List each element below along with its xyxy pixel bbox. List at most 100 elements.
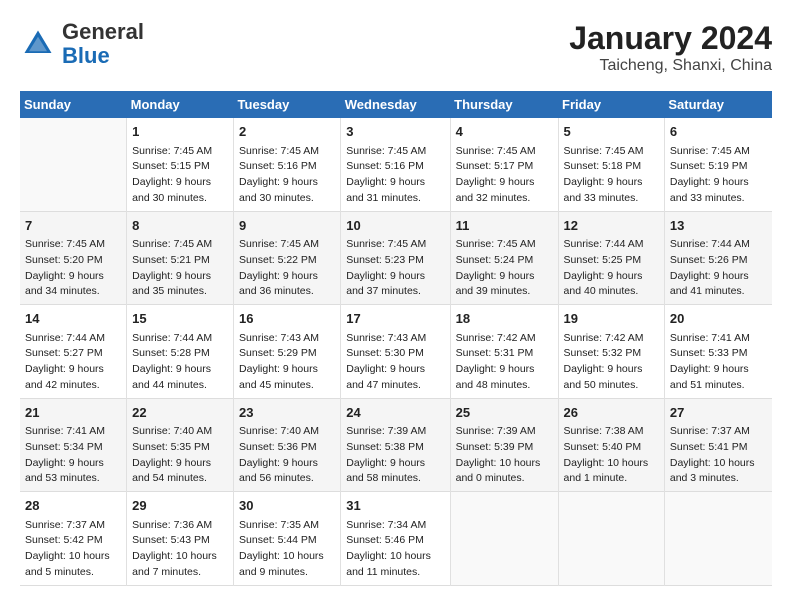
weekday-header-row: SundayMondayTuesdayWednesdayThursdayFrid… — [20, 91, 772, 118]
calendar-cell: 22Sunrise: 7:40 AMSunset: 5:35 PMDayligh… — [127, 398, 234, 492]
calendar-cell: 21Sunrise: 7:41 AMSunset: 5:34 PMDayligh… — [20, 398, 127, 492]
calendar-cell — [450, 492, 558, 586]
calendar-cell: 8Sunrise: 7:45 AMSunset: 5:21 PMDaylight… — [127, 211, 234, 305]
weekday-header-friday: Friday — [558, 91, 664, 118]
day-info: Sunrise: 7:38 AMSunset: 5:40 PMDaylight:… — [564, 424, 659, 487]
day-number: 16 — [239, 309, 335, 329]
day-number: 22 — [132, 403, 228, 423]
calendar-cell: 19Sunrise: 7:42 AMSunset: 5:32 PMDayligh… — [558, 305, 664, 399]
calendar-cell: 28Sunrise: 7:37 AMSunset: 5:42 PMDayligh… — [20, 492, 127, 586]
calendar-cell: 3Sunrise: 7:45 AMSunset: 5:16 PMDaylight… — [341, 118, 450, 211]
logo: General Blue — [20, 20, 144, 68]
day-info: Sunrise: 7:45 AMSunset: 5:22 PMDaylight:… — [239, 237, 335, 300]
calendar-cell — [558, 492, 664, 586]
day-info: Sunrise: 7:45 AMSunset: 5:21 PMDaylight:… — [132, 237, 228, 300]
day-info: Sunrise: 7:43 AMSunset: 5:30 PMDaylight:… — [346, 331, 444, 394]
day-number: 21 — [25, 403, 121, 423]
day-info: Sunrise: 7:41 AMSunset: 5:34 PMDaylight:… — [25, 424, 121, 487]
day-number: 20 — [670, 309, 767, 329]
calendar-cell: 11Sunrise: 7:45 AMSunset: 5:24 PMDayligh… — [450, 211, 558, 305]
day-number: 15 — [132, 309, 228, 329]
day-number: 12 — [564, 216, 659, 236]
week-row-4: 21Sunrise: 7:41 AMSunset: 5:34 PMDayligh… — [20, 398, 772, 492]
day-info: Sunrise: 7:39 AMSunset: 5:38 PMDaylight:… — [346, 424, 444, 487]
calendar-cell: 23Sunrise: 7:40 AMSunset: 5:36 PMDayligh… — [234, 398, 341, 492]
logo-text: General Blue — [62, 20, 144, 68]
day-info: Sunrise: 7:45 AMSunset: 5:24 PMDaylight:… — [456, 237, 553, 300]
calendar-cell: 17Sunrise: 7:43 AMSunset: 5:30 PMDayligh… — [341, 305, 450, 399]
day-number: 26 — [564, 403, 659, 423]
calendar-cell: 20Sunrise: 7:41 AMSunset: 5:33 PMDayligh… — [664, 305, 772, 399]
day-number: 2 — [239, 122, 335, 142]
day-number: 14 — [25, 309, 121, 329]
day-number: 30 — [239, 496, 335, 516]
day-info: Sunrise: 7:37 AMSunset: 5:41 PMDaylight:… — [670, 424, 767, 487]
day-info: Sunrise: 7:45 AMSunset: 5:15 PMDaylight:… — [132, 144, 228, 207]
calendar-table: SundayMondayTuesdayWednesdayThursdayFrid… — [20, 91, 772, 586]
day-info: Sunrise: 7:45 AMSunset: 5:18 PMDaylight:… — [564, 144, 659, 207]
week-row-5: 28Sunrise: 7:37 AMSunset: 5:42 PMDayligh… — [20, 492, 772, 586]
day-number: 18 — [456, 309, 553, 329]
calendar-cell: 6Sunrise: 7:45 AMSunset: 5:19 PMDaylight… — [664, 118, 772, 211]
day-info: Sunrise: 7:36 AMSunset: 5:43 PMDaylight:… — [132, 518, 228, 581]
weekday-header-thursday: Thursday — [450, 91, 558, 118]
day-number: 7 — [25, 216, 121, 236]
weekday-header-saturday: Saturday — [664, 91, 772, 118]
logo-icon — [20, 26, 56, 62]
calendar-cell: 15Sunrise: 7:44 AMSunset: 5:28 PMDayligh… — [127, 305, 234, 399]
week-row-1: 1Sunrise: 7:45 AMSunset: 5:15 PMDaylight… — [20, 118, 772, 211]
day-info: Sunrise: 7:43 AMSunset: 5:29 PMDaylight:… — [239, 331, 335, 394]
calendar-cell: 10Sunrise: 7:45 AMSunset: 5:23 PMDayligh… — [341, 211, 450, 305]
calendar-cell — [20, 118, 127, 211]
day-info: Sunrise: 7:45 AMSunset: 5:16 PMDaylight:… — [239, 144, 335, 207]
day-number: 17 — [346, 309, 444, 329]
day-info: Sunrise: 7:45 AMSunset: 5:16 PMDaylight:… — [346, 144, 444, 207]
calendar-cell: 7Sunrise: 7:45 AMSunset: 5:20 PMDaylight… — [20, 211, 127, 305]
weekday-header-sunday: Sunday — [20, 91, 127, 118]
page-header: General Blue January 2024 Taicheng, Shan… — [20, 20, 772, 75]
day-number: 3 — [346, 122, 444, 142]
day-info: Sunrise: 7:42 AMSunset: 5:32 PMDaylight:… — [564, 331, 659, 394]
day-number: 19 — [564, 309, 659, 329]
calendar-cell: 26Sunrise: 7:38 AMSunset: 5:40 PMDayligh… — [558, 398, 664, 492]
calendar-cell — [664, 492, 772, 586]
day-number: 10 — [346, 216, 444, 236]
day-number: 13 — [670, 216, 767, 236]
calendar-cell: 29Sunrise: 7:36 AMSunset: 5:43 PMDayligh… — [127, 492, 234, 586]
day-number: 25 — [456, 403, 553, 423]
calendar-cell: 12Sunrise: 7:44 AMSunset: 5:25 PMDayligh… — [558, 211, 664, 305]
day-info: Sunrise: 7:37 AMSunset: 5:42 PMDaylight:… — [25, 518, 121, 581]
day-info: Sunrise: 7:44 AMSunset: 5:25 PMDaylight:… — [564, 237, 659, 300]
day-number: 1 — [132, 122, 228, 142]
calendar-cell: 14Sunrise: 7:44 AMSunset: 5:27 PMDayligh… — [20, 305, 127, 399]
day-number: 5 — [564, 122, 659, 142]
weekday-header-wednesday: Wednesday — [341, 91, 450, 118]
weekday-header-monday: Monday — [127, 91, 234, 118]
calendar-cell: 30Sunrise: 7:35 AMSunset: 5:44 PMDayligh… — [234, 492, 341, 586]
day-number: 11 — [456, 216, 553, 236]
calendar-cell: 1Sunrise: 7:45 AMSunset: 5:15 PMDaylight… — [127, 118, 234, 211]
day-info: Sunrise: 7:40 AMSunset: 5:35 PMDaylight:… — [132, 424, 228, 487]
title-block: January 2024 Taicheng, Shanxi, China — [569, 20, 772, 75]
day-info: Sunrise: 7:44 AMSunset: 5:28 PMDaylight:… — [132, 331, 228, 394]
calendar-cell: 9Sunrise: 7:45 AMSunset: 5:22 PMDaylight… — [234, 211, 341, 305]
day-number: 8 — [132, 216, 228, 236]
calendar-cell: 5Sunrise: 7:45 AMSunset: 5:18 PMDaylight… — [558, 118, 664, 211]
day-number: 28 — [25, 496, 121, 516]
day-number: 24 — [346, 403, 444, 423]
day-info: Sunrise: 7:45 AMSunset: 5:17 PMDaylight:… — [456, 144, 553, 207]
calendar-cell: 31Sunrise: 7:34 AMSunset: 5:46 PMDayligh… — [341, 492, 450, 586]
day-number: 29 — [132, 496, 228, 516]
day-info: Sunrise: 7:45 AMSunset: 5:20 PMDaylight:… — [25, 237, 121, 300]
day-info: Sunrise: 7:44 AMSunset: 5:27 PMDaylight:… — [25, 331, 121, 394]
calendar-cell: 16Sunrise: 7:43 AMSunset: 5:29 PMDayligh… — [234, 305, 341, 399]
week-row-3: 14Sunrise: 7:44 AMSunset: 5:27 PMDayligh… — [20, 305, 772, 399]
day-number: 4 — [456, 122, 553, 142]
calendar-cell: 25Sunrise: 7:39 AMSunset: 5:39 PMDayligh… — [450, 398, 558, 492]
day-info: Sunrise: 7:42 AMSunset: 5:31 PMDaylight:… — [456, 331, 553, 394]
day-info: Sunrise: 7:39 AMSunset: 5:39 PMDaylight:… — [456, 424, 553, 487]
day-info: Sunrise: 7:45 AMSunset: 5:19 PMDaylight:… — [670, 144, 767, 207]
day-info: Sunrise: 7:34 AMSunset: 5:46 PMDaylight:… — [346, 518, 444, 581]
week-row-2: 7Sunrise: 7:45 AMSunset: 5:20 PMDaylight… — [20, 211, 772, 305]
location: Taicheng, Shanxi, China — [569, 57, 772, 75]
